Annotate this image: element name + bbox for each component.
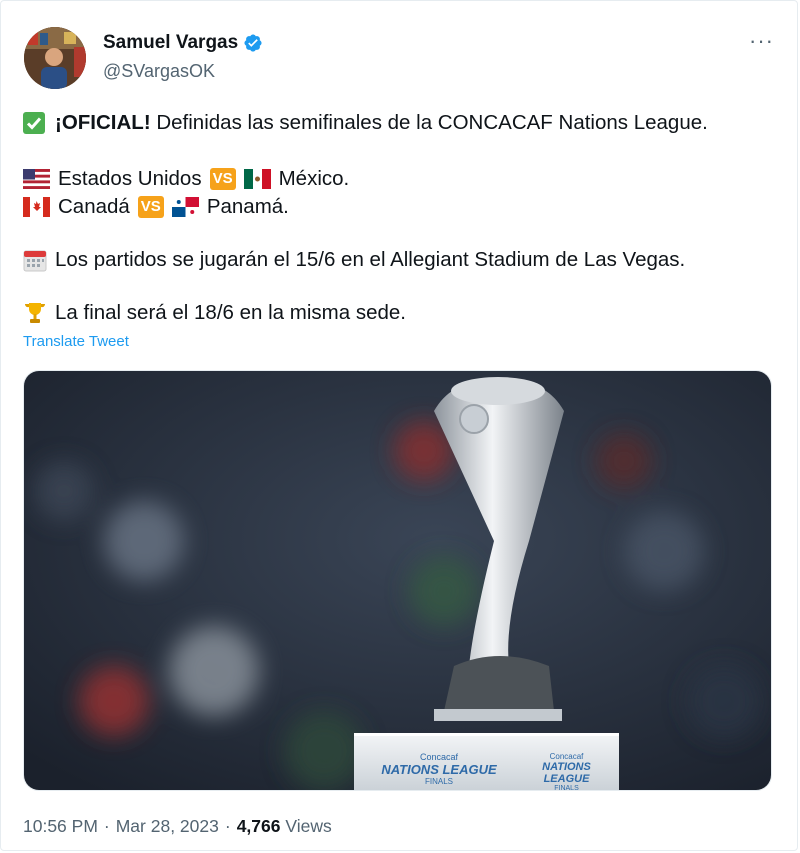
tweet-line-1-text: Definidas las semifinales de la CONCACAF…: [150, 111, 708, 134]
separator: ·: [103, 816, 110, 836]
tweet-line-5: La final será el 18/6 en la misma sede.: [23, 299, 406, 327]
author-handle[interactable]: @SVargasOK: [103, 61, 215, 82]
views-stat[interactable]: 4,766 Views: [237, 816, 332, 837]
vs-badge: VS: [209, 168, 236, 190]
official-label: ¡OFICIAL!: [55, 111, 151, 134]
avatar-photo: [24, 27, 86, 89]
tweet-line-1: ¡OFICIAL! Definidas las semifinales de l…: [23, 109, 708, 137]
usa-flag-icon: [23, 169, 50, 189]
pedestal-brand-right-text: NATIONS LEAGUE: [542, 761, 591, 785]
pedestal-brand-right: Concacaf NATIONS LEAGUE FINALS: [519, 752, 614, 791]
trophy-emoji-icon: [23, 301, 47, 325]
tweet-line-4-text: Los partidos se jugarán el 15/6 en el Al…: [55, 248, 686, 271]
pedestal-sub: FINALS: [424, 777, 453, 786]
vs-badge: VS: [137, 196, 164, 218]
tweet-media-image[interactable]: Concacaf NATIONS LEAGUE FINALS Concacaf …: [23, 370, 772, 791]
pedestal-brand-left: Concacaf NATIONS LEAGUE FINALS: [369, 752, 509, 786]
tweet-card: Samuel Vargas @SVargasOK ··· ¡OFICIAL! D…: [0, 0, 798, 851]
tweet-date[interactable]: Mar 28, 2023: [116, 816, 219, 837]
pedestal-brand-small-right: Concacaf: [549, 752, 584, 761]
tweet-line-2: Estados Unidos VS México.: [23, 165, 349, 193]
team-panama: Panamá.: [206, 195, 289, 218]
pedestal-brand: NATIONS LEAGUE: [381, 762, 497, 777]
team-mexico: México.: [278, 167, 350, 190]
verified-badge-icon: [243, 33, 263, 53]
tweet-line-4: Los partidos se jugarán el 15/6 en el Al…: [23, 246, 685, 274]
tweet-line-3: Canadá VS Panamá.: [23, 193, 289, 221]
tweet-footer: 10:56 PM · Mar 28, 2023 · 4,766 Views: [23, 816, 332, 837]
trophy-photo: [24, 371, 771, 790]
author-name[interactable]: Samuel Vargas: [103, 32, 238, 54]
team-usa: Estados Unidos: [58, 167, 202, 190]
tweet-line-5-text: La final será el 18/6 en la misma sede.: [55, 301, 406, 324]
avatar[interactable]: [24, 27, 86, 89]
tweet-time[interactable]: 10:56 PM: [23, 816, 98, 837]
translate-tweet-link[interactable]: Translate Tweet: [23, 333, 129, 350]
more-options-icon[interactable]: ···: [749, 30, 774, 52]
team-canada: Canadá: [58, 195, 130, 218]
canada-flag-icon: [23, 197, 50, 217]
panama-flag-icon: [171, 197, 199, 217]
separator: ·: [224, 816, 231, 836]
author-name-row: Samuel Vargas: [103, 32, 263, 54]
mexico-flag-icon: [243, 169, 271, 189]
calendar-emoji-icon: [23, 248, 47, 272]
pedestal-sub-right: FINALS: [554, 785, 579, 791]
pedestal-brand-small: Concacaf: [419, 752, 459, 762]
check-mark-emoji-icon: [23, 112, 45, 134]
views-count: 4,766: [236, 816, 281, 836]
views-label: Views: [285, 816, 332, 836]
